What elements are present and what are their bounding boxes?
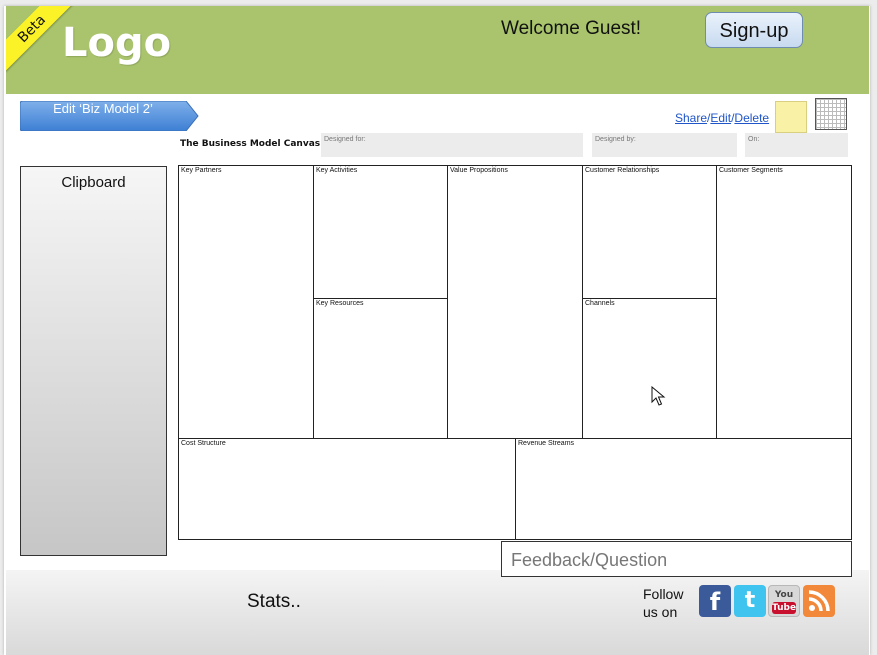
clipboard-panel[interactable]: Clipboard — [20, 166, 167, 556]
youtube-you: You — [774, 590, 794, 600]
delete-link[interactable]: Delete — [734, 111, 769, 125]
customer-relationships-block[interactable]: Customer Relationships — [582, 165, 717, 299]
block-label: Value Propositions — [450, 167, 508, 174]
revenue-streams-block[interactable]: Revenue Streams — [515, 438, 852, 540]
date-label: On: — [748, 136, 760, 143]
grid-icon[interactable] — [815, 98, 847, 130]
logo[interactable]: Logo — [62, 20, 171, 66]
block-label: Customer Relationships — [585, 167, 660, 174]
customer-segments-block[interactable]: Customer Segments — [716, 165, 852, 439]
follow-us-text: Follow us on — [643, 585, 683, 621]
share-link[interactable]: Share — [675, 111, 707, 125]
block-label: Revenue Streams — [518, 440, 575, 447]
block-label: Cost Structure — [181, 440, 226, 447]
youtube-tube: Tube — [772, 602, 797, 614]
block-label: Key Resources — [316, 300, 364, 307]
rss-icon[interactable] — [803, 585, 835, 617]
canvas-title: The Business Model Canvas — [180, 139, 321, 149]
stats-link[interactable]: Stats.. — [247, 591, 301, 613]
date-field[interactable]: On: — [745, 133, 848, 157]
block-label: Customer Segments — [719, 167, 783, 174]
cost-structure-block[interactable]: Cost Structure — [178, 438, 516, 540]
edit-model-label: Edit ‘Biz Model 2’ — [53, 101, 153, 116]
rss-glyph — [808, 590, 830, 612]
key-activities-block[interactable]: Key Activities — [313, 165, 448, 299]
youtube-icon[interactable]: You Tube — [768, 585, 800, 617]
edit-model-button[interactable]: Edit ‘Biz Model 2’ — [20, 101, 199, 131]
feedback-button[interactable]: Feedback/Question — [501, 541, 852, 577]
clipboard-title: Clipboard — [61, 174, 126, 191]
welcome-text: Welcome Guest! — [501, 18, 642, 39]
designed-for-field[interactable]: Designed for: — [321, 133, 583, 157]
designed-for-label: Designed for: — [324, 136, 366, 143]
model-actions: Share/Edit/Delete — [675, 111, 769, 125]
key-partners-block[interactable]: Key Partners — [178, 165, 314, 439]
mouse-pointer-icon — [651, 386, 666, 406]
header-bar: Beta Logo Welcome Guest! Sign-up — [6, 6, 869, 94]
key-resources-block[interactable]: Key Resources — [313, 298, 448, 439]
follow-line: Follow — [643, 586, 684, 602]
value-propositions-block[interactable]: Value Propositions — [447, 165, 583, 439]
sticky-note-icon[interactable] — [775, 101, 807, 133]
channels-block[interactable]: Channels — [582, 298, 717, 439]
designed-by-field[interactable]: Designed by: — [592, 133, 737, 157]
block-label: Key Activities — [316, 167, 358, 174]
signup-button[interactable]: Sign-up — [705, 12, 803, 48]
block-label: Key Partners — [181, 167, 222, 174]
edit-link[interactable]: Edit — [710, 111, 731, 125]
facebook-icon[interactable]: f — [699, 585, 731, 617]
block-label: Channels — [585, 300, 615, 307]
twitter-icon[interactable]: t — [734, 585, 766, 617]
designed-by-label: Designed by: — [595, 136, 636, 143]
follow-line: us on — [643, 604, 678, 620]
